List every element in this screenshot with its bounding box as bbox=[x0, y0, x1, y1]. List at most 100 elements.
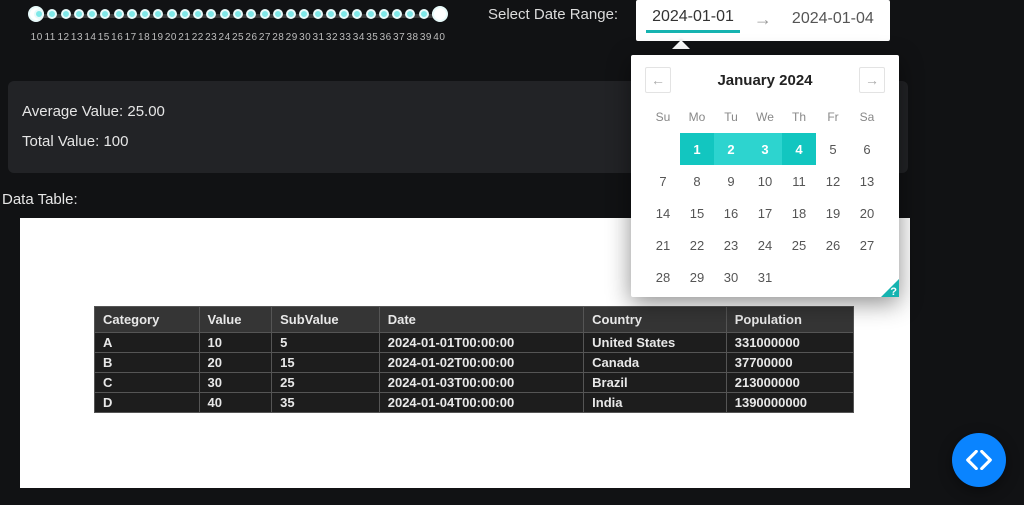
date-range-start[interactable]: 2024-01-01 bbox=[646, 6, 740, 33]
slider-tick[interactable] bbox=[114, 9, 124, 19]
table-cell: 15 bbox=[272, 353, 380, 373]
calendar-day[interactable]: 7 bbox=[646, 165, 680, 197]
calendar-day[interactable]: 3 bbox=[748, 133, 782, 165]
slider-tick-label: 31 bbox=[312, 32, 325, 43]
table-row: A1052024-01-01T00:00:00United States3310… bbox=[95, 333, 854, 353]
calendar-day[interactable]: 16 bbox=[714, 197, 748, 229]
table-cell: 5 bbox=[272, 333, 380, 353]
slider-tick[interactable] bbox=[34, 9, 44, 19]
calendar-day[interactable]: 17 bbox=[748, 197, 782, 229]
calendar-day[interactable]: 1 bbox=[680, 133, 714, 165]
calendar-day[interactable]: 29 bbox=[680, 261, 714, 293]
slider-tick[interactable] bbox=[87, 9, 97, 19]
slider-tick[interactable] bbox=[61, 9, 71, 19]
table-header: Category bbox=[95, 307, 200, 333]
slider-tick-label: 11 bbox=[43, 32, 56, 43]
calendar-day[interactable]: 5 bbox=[816, 133, 850, 165]
calendar-day[interactable]: 11 bbox=[782, 165, 816, 197]
slider-tick[interactable] bbox=[352, 9, 362, 19]
slider-handle-right[interactable] bbox=[432, 6, 448, 22]
date-range-input[interactable]: 2024-01-01 → 2024-01-04 bbox=[636, 0, 890, 41]
slider-tick[interactable] bbox=[233, 9, 243, 19]
slider-tick-label: 36 bbox=[379, 32, 392, 43]
slider-tick[interactable] bbox=[392, 9, 402, 19]
slider-tick[interactable] bbox=[127, 9, 137, 19]
calendar-day[interactable]: 8 bbox=[680, 165, 714, 197]
calendar-next-button[interactable]: → bbox=[859, 67, 885, 93]
slider-tick[interactable] bbox=[220, 9, 230, 19]
calendar-day[interactable]: 15 bbox=[680, 197, 714, 229]
calendar-day[interactable]: 14 bbox=[646, 197, 680, 229]
table-header: SubValue bbox=[272, 307, 380, 333]
table-header: Date bbox=[379, 307, 583, 333]
calendar-day[interactable]: 28 bbox=[646, 261, 680, 293]
chevron-right-icon bbox=[980, 450, 992, 470]
slider-tick[interactable] bbox=[339, 9, 349, 19]
code-fab-button[interactable] bbox=[952, 433, 1006, 487]
table-row: B20152024-01-02T00:00:00Canada37700000 bbox=[95, 353, 854, 373]
slider-tick[interactable] bbox=[140, 9, 150, 19]
slider-tick[interactable] bbox=[153, 9, 163, 19]
calendar-day[interactable]: 23 bbox=[714, 229, 748, 261]
slider-tick-label: 28 bbox=[272, 32, 285, 43]
slider-tick[interactable] bbox=[100, 9, 110, 19]
slider-tick-label: 25 bbox=[231, 32, 244, 43]
calendar-day[interactable]: 30 bbox=[714, 261, 748, 293]
slider-tick[interactable] bbox=[326, 9, 336, 19]
slider-tick[interactable] bbox=[246, 9, 256, 19]
value-range-slider[interactable]: 1011121314151617181920212223242526272829… bbox=[28, 0, 448, 43]
slider-tick[interactable] bbox=[379, 9, 389, 19]
slider-tick[interactable] bbox=[313, 9, 323, 19]
calendar-day[interactable]: 13 bbox=[850, 165, 884, 197]
slider-tick-label: 23 bbox=[204, 32, 217, 43]
calendar-day[interactable]: 9 bbox=[714, 165, 748, 197]
slider-tick[interactable] bbox=[193, 9, 203, 19]
slider-tick[interactable] bbox=[299, 9, 309, 19]
table-cell: C bbox=[95, 373, 200, 393]
calendar-day[interactable]: 26 bbox=[816, 229, 850, 261]
slider-tick-label: 32 bbox=[325, 32, 338, 43]
data-table: CategoryValueSubValueDateCountryPopulati… bbox=[94, 306, 854, 413]
calendar-day[interactable]: 21 bbox=[646, 229, 680, 261]
calendar-day[interactable]: 4 bbox=[782, 133, 816, 165]
calendar-day[interactable]: 31 bbox=[748, 261, 782, 293]
table-cell: D bbox=[95, 393, 200, 413]
table-cell: 2024-01-04T00:00:00 bbox=[379, 393, 583, 413]
slider-tick[interactable] bbox=[273, 9, 283, 19]
slider-tick[interactable] bbox=[366, 9, 376, 19]
slider-tick[interactable] bbox=[260, 9, 270, 19]
calendar-day[interactable]: 25 bbox=[782, 229, 816, 261]
calendar-popup[interactable]: ← January 2024 → SuMoTuWeThFrSa123456789… bbox=[631, 55, 899, 297]
slider-tick-label: 29 bbox=[285, 32, 298, 43]
table-header: Value bbox=[199, 307, 272, 333]
total-value: 100 bbox=[103, 133, 128, 150]
calendar-day[interactable]: 12 bbox=[816, 165, 850, 197]
calendar-day[interactable]: 6 bbox=[850, 133, 884, 165]
slider-tick[interactable] bbox=[180, 9, 190, 19]
slider-tick[interactable] bbox=[286, 9, 296, 19]
calendar-day[interactable]: 22 bbox=[680, 229, 714, 261]
calendar-prev-button[interactable]: ← bbox=[645, 67, 671, 93]
calendar-dow: Fr bbox=[816, 101, 850, 133]
slider-tick-label: 24 bbox=[218, 32, 231, 43]
date-range-end[interactable]: 2024-01-04 bbox=[786, 8, 880, 32]
slider-tick-label: 16 bbox=[111, 32, 124, 43]
slider-tick[interactable] bbox=[167, 9, 177, 19]
slider-tick[interactable] bbox=[74, 9, 84, 19]
calendar-day[interactable]: 10 bbox=[748, 165, 782, 197]
calendar-day[interactable]: 2 bbox=[714, 133, 748, 165]
slider-tick[interactable] bbox=[206, 9, 216, 19]
slider-tick[interactable] bbox=[405, 9, 415, 19]
arrow-right-icon: → bbox=[754, 9, 772, 30]
table-cell: 2024-01-02T00:00:00 bbox=[379, 353, 583, 373]
slider-tick[interactable] bbox=[47, 9, 57, 19]
table-cell: 2024-01-03T00:00:00 bbox=[379, 373, 583, 393]
table-cell: 35 bbox=[272, 393, 380, 413]
slider-tick[interactable] bbox=[419, 9, 429, 19]
calendar-day[interactable]: 24 bbox=[748, 229, 782, 261]
calendar-day[interactable]: 19 bbox=[816, 197, 850, 229]
calendar-day[interactable]: 20 bbox=[850, 197, 884, 229]
calendar-day[interactable]: 18 bbox=[782, 197, 816, 229]
table-cell: A bbox=[95, 333, 200, 353]
calendar-day[interactable]: 27 bbox=[850, 229, 884, 261]
